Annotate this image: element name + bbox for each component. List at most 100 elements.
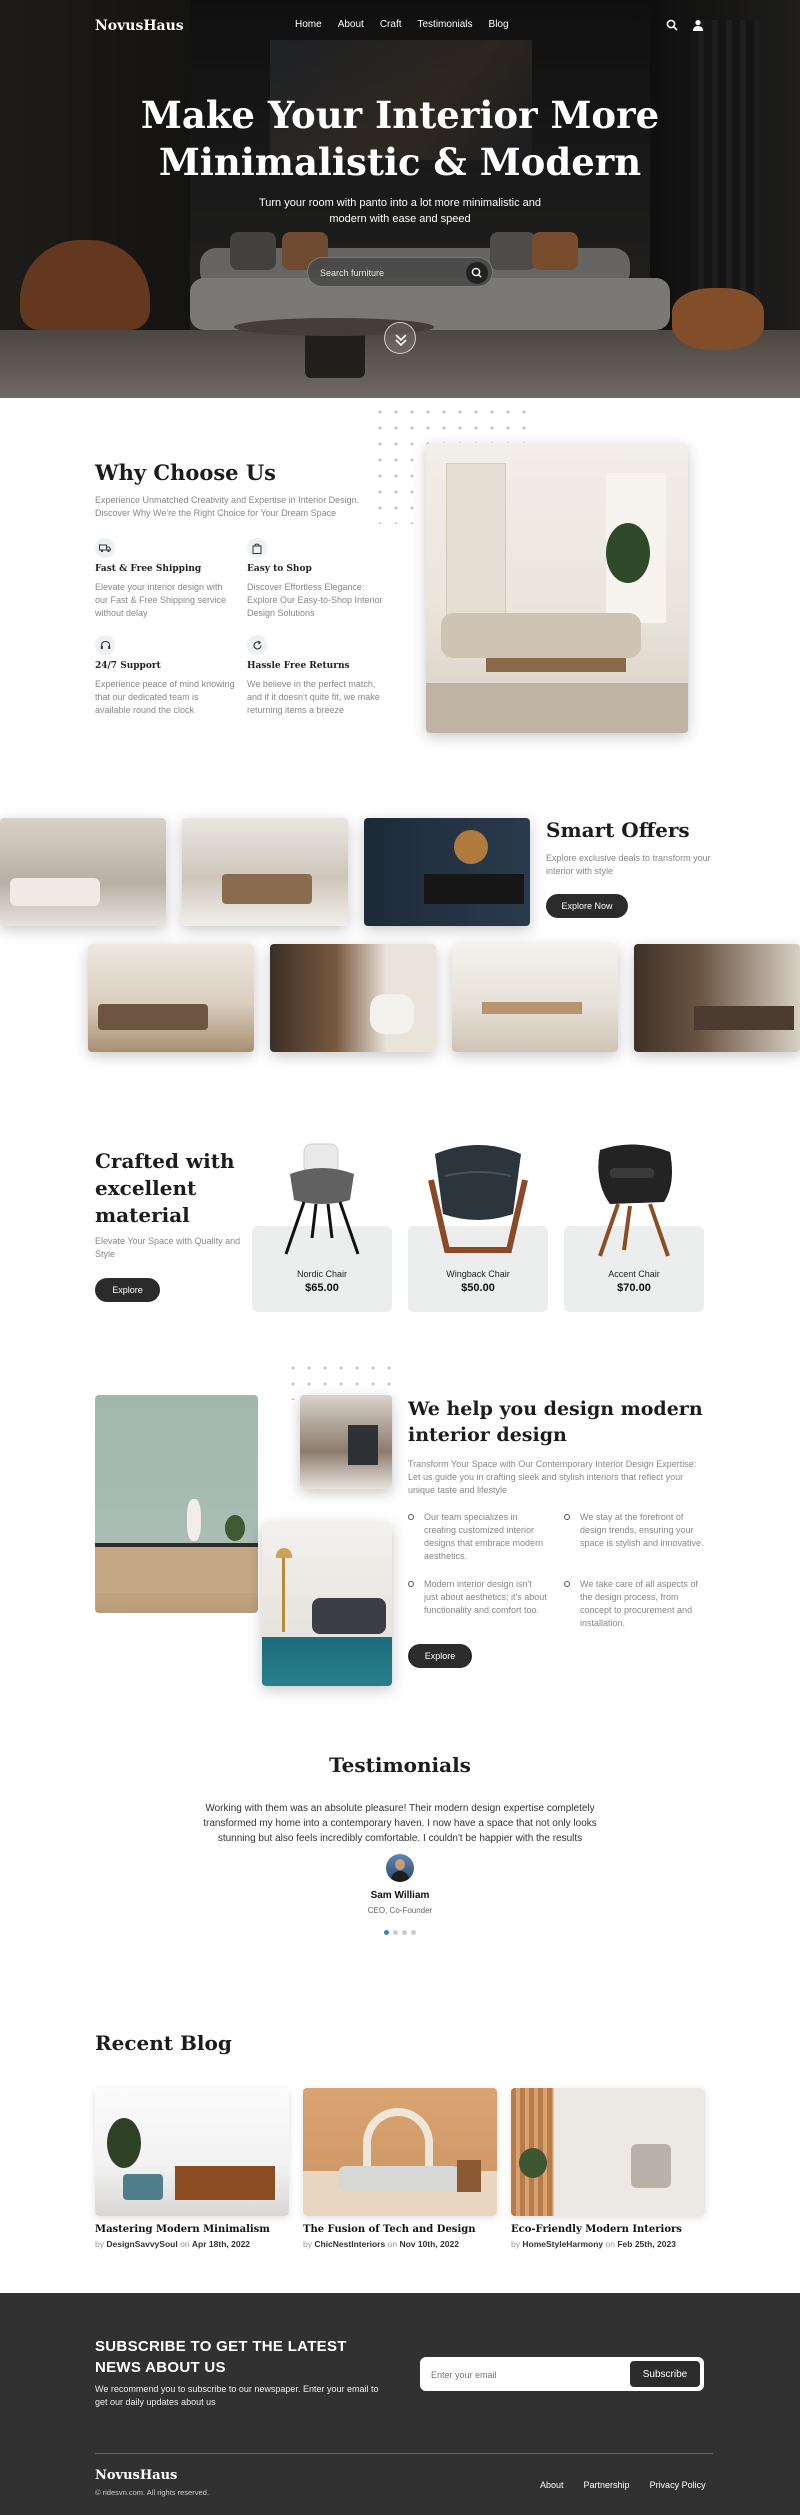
user-icon[interactable] [692,18,704,31]
hero-search-bar [307,257,493,287]
feature-text: We believe in the perfect match, and if … [247,679,380,715]
blog-meta-on: on [180,2239,190,2249]
blog-post-meta: by ChicNestInteriors on Nov 10th, 2022 [303,2239,503,2249]
gallery-photo [270,944,436,1052]
blog-post-title[interactable]: Mastering Modern Minimalism [95,2224,295,2235]
gallery-photo [452,944,618,1052]
carousel-dot-active[interactable] [384,1930,389,1935]
carousel-dots [0,1930,800,1935]
bullet-icon [408,1514,414,1520]
blog-post-title[interactable]: The Fusion of Tech and Design [303,2224,503,2235]
design-point-text: We stay at the forefront of design trend… [580,1512,704,1548]
design-photo-main [95,1395,258,1613]
dot-pattern [285,1360,395,1400]
blog-image [303,2088,497,2216]
nav-link-craft[interactable]: Craft [380,19,402,30]
subscribe-button[interactable]: Subscribe [630,2361,700,2387]
blog-author[interactable]: DesignSavvySoul [106,2239,177,2249]
blog-post-meta: by DesignSavvySoul on Apr 18th, 2022 [95,2239,295,2249]
blog-image [511,2088,705,2216]
hero-search-input[interactable] [320,265,460,281]
product-price: $65.00 [305,1282,339,1294]
product-card[interactable]: Wingback Chair $50.00 [408,1138,548,1313]
email-field[interactable] [431,2367,611,2383]
product-card[interactable]: Nordic Chair $65.00 [252,1138,392,1313]
why-intro: Experience Unmatched Creativity and Expe… [95,495,360,518]
feature-text: Discover Effortless Elegance: Explore Ou… [247,582,383,618]
nav-link-testimonials[interactable]: Testimonials [418,19,473,30]
carousel-dot[interactable] [402,1930,407,1935]
design-title: We help you design modern interior desig… [408,1398,703,1446]
blog-card[interactable]: The Fusion of Tech and Design by ChicNes… [303,2088,497,2258]
feature-title: 24/7 Support [95,661,161,671]
site-logo[interactable]: NovusHaus [95,18,184,34]
blog-post-title[interactable]: Eco-Friendly Modern Interiors [511,2224,711,2235]
blog-card[interactable]: Eco-Friendly Modern Interiors by HomeSty… [511,2088,705,2258]
feature-title: Hassle Free Returns [247,661,350,671]
search-icon[interactable] [666,18,678,31]
footer-link-privacy[interactable]: Privacy Policy [650,2480,706,2490]
crafted-title: Crafted with excellent material [95,1149,235,1227]
blog-image [95,2088,289,2216]
blog-meta-by: by [95,2239,104,2249]
carousel-dot[interactable] [393,1930,398,1935]
bullet-icon [408,1581,414,1587]
refresh-icon [247,635,267,655]
design-text: Transform Your Space with Our Contempora… [408,1459,697,1495]
testimonial-role: CEO, Co-Founder [367,1906,433,1915]
bullet-icon [564,1514,570,1520]
blog-date: Feb 25th, 2023 [617,2239,676,2249]
headset-icon [95,635,115,655]
chair-image [598,1144,672,1257]
blog-date: Apr 18th, 2022 [191,2239,251,2249]
footer-nav: About Partnership Privacy Policy [540,2480,706,2490]
product-card[interactable]: Accent Chair $70.00 [564,1138,704,1313]
footer-divider [95,2453,713,2454]
feature-title: Fast & Free Shipping [95,564,202,574]
blog-author[interactable]: HomeStyleHarmony [522,2239,603,2249]
crafted-text: Elevate Your Space with Quality and Styl… [95,1236,241,1259]
nav-link-blog[interactable]: Blog [489,19,509,30]
design-point: We stay at the forefront of design trend… [564,1511,704,1550]
feature-item: Easy to Shop Discover Effortless Eleganc… [247,538,387,620]
feature-text: Elevate your interior design with our Fa… [95,582,227,618]
scroll-down-button[interactable] [384,322,416,354]
product-name: Wingback Chair [446,1269,510,1279]
design-explore-button[interactable]: Explore [408,1644,472,1668]
testimonial-quote: Working with them was an absolute pleasu… [203,1803,597,1844]
blog-post-meta: by HomeStyleHarmony on Feb 25th, 2023 [511,2239,711,2249]
feature-text: Experience peace of mind knowing that ou… [95,679,235,715]
feature-title: Easy to Shop [247,564,312,574]
design-photo-small [300,1395,392,1489]
subscribe-title: SUBSCRIBE TO GET THE LATEST NEWS ABOUT U… [95,2338,347,2376]
footer-link-partnership[interactable]: Partnership [584,2480,630,2490]
footer-link-about[interactable]: About [540,2480,564,2490]
offers-text: Explore exclusive deals to transform you… [546,853,711,876]
blog-card[interactable]: Mastering Modern Minimalism by DesignSav… [95,2088,289,2258]
why-room-photo [426,443,688,733]
design-point-text: Our team specializes in creating customi… [424,1512,544,1561]
crafted-explore-button[interactable]: Explore [95,1278,160,1302]
blog-title: Recent Blog [95,2031,232,2055]
product-name: Nordic Chair [296,1269,347,1279]
blog-date: Nov 10th, 2022 [399,2239,459,2249]
explore-now-button[interactable]: Explore Now [546,894,628,918]
footer-copyright: © ridesvn.com. All rights reserved. [95,2488,209,2497]
blog-meta-on: on [387,2239,398,2249]
carousel-dot[interactable] [411,1930,416,1935]
nav-link-home[interactable]: Home [295,19,322,30]
blog-meta-by: by [511,2239,520,2249]
blog-meta-by: by [303,2239,312,2249]
design-point: We take care of all aspects of the desig… [564,1578,704,1630]
blog-meta-on: on [605,2239,615,2249]
why-title: Why Choose Us [95,460,276,485]
design-point: Our team specializes in creating customi… [408,1511,548,1563]
design-point-text: Modern interior design isn't just about … [424,1579,547,1615]
footer-logo[interactable]: NovusHaus [95,2468,177,2483]
blog-author[interactable]: ChicNestInteriors [314,2239,385,2249]
product-price: $50.00 [461,1282,495,1294]
search-icon [471,267,482,278]
nav-link-about[interactable]: About [338,19,364,30]
gallery-photo [364,818,530,926]
hero-search-button[interactable] [466,262,488,284]
